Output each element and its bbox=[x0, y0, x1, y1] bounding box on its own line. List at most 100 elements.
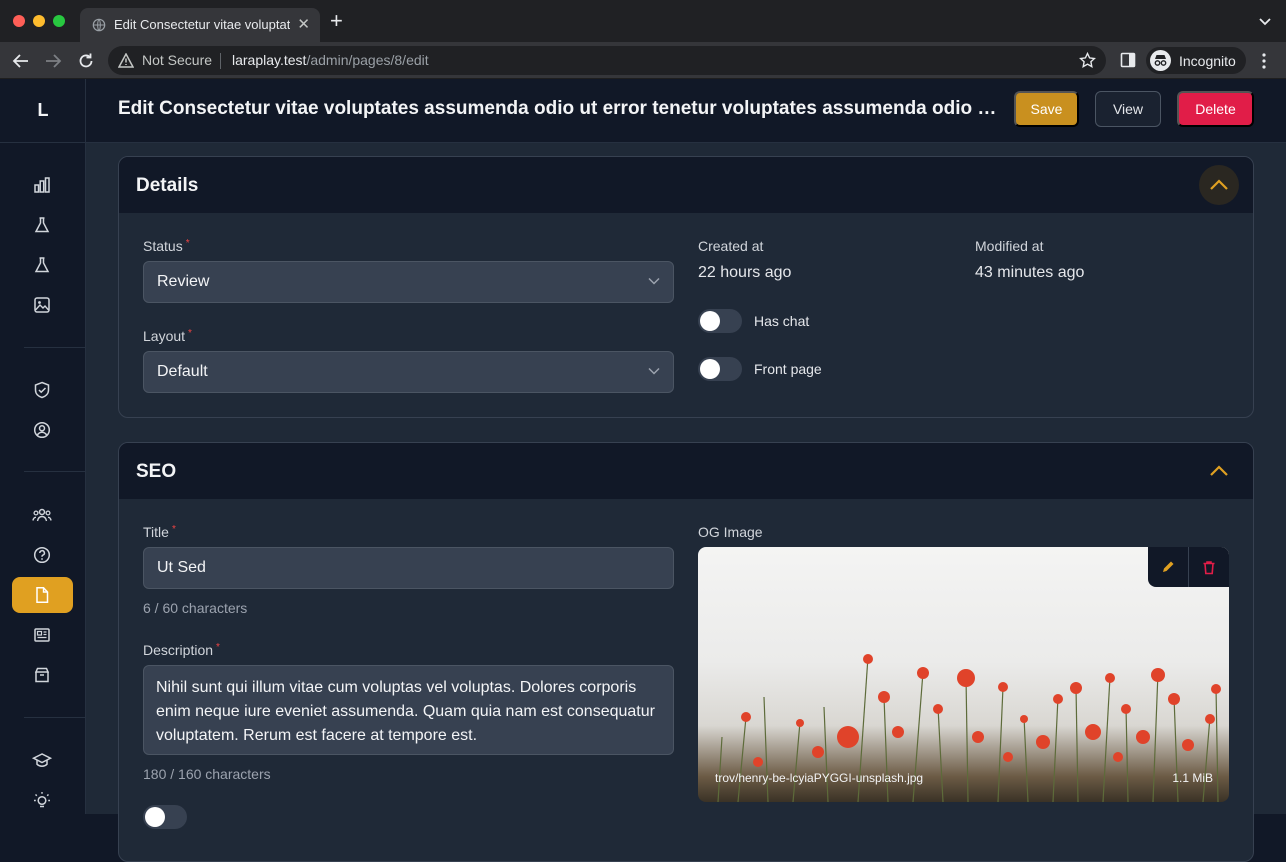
view-button[interactable]: View bbox=[1095, 91, 1161, 127]
seo-description-textarea[interactable]: Nihil sunt qui illum vitae cum voluptas … bbox=[143, 665, 674, 755]
chevron-down-icon bbox=[648, 367, 660, 375]
lightbulb-icon[interactable] bbox=[31, 789, 53, 811]
dashboard-chart-icon[interactable] bbox=[31, 174, 53, 196]
academic-cap-icon[interactable] bbox=[31, 749, 53, 771]
seo-description-char-count: 180 / 160 characters bbox=[143, 766, 271, 782]
modified-at-label: Modified at bbox=[975, 238, 1044, 254]
page-title: Edit Consectetur vitae voluptates assume… bbox=[118, 98, 998, 119]
sidebar-divider-3 bbox=[24, 717, 86, 718]
chevron-down-icon bbox=[648, 277, 660, 285]
new-tab-button[interactable]: + bbox=[330, 10, 343, 32]
layout-label-text: Layout bbox=[143, 328, 186, 344]
side-panel-icon[interactable] bbox=[1120, 52, 1136, 68]
delete-image-button[interactable] bbox=[1189, 547, 1229, 587]
beaker-icon[interactable] bbox=[31, 214, 53, 236]
trash-icon bbox=[1203, 560, 1215, 574]
maximize-window-button[interactable] bbox=[53, 15, 65, 27]
shield-check-icon[interactable] bbox=[31, 379, 53, 401]
sidebar-divider bbox=[24, 347, 86, 348]
question-circle-icon[interactable] bbox=[31, 544, 53, 566]
tab-search-chevron-icon[interactable] bbox=[1258, 14, 1272, 28]
document-icon[interactable] bbox=[31, 584, 53, 606]
details-section-header[interactable]: Details bbox=[119, 157, 1253, 213]
created-at-value: 22 hours ago bbox=[698, 264, 792, 281]
forward-arrow-icon[interactable] bbox=[44, 52, 62, 70]
has-chat-label: Has chat bbox=[754, 313, 810, 329]
seo-collapse-button[interactable] bbox=[1199, 451, 1239, 491]
incognito-label: Incognito bbox=[1179, 53, 1236, 69]
status-select-value: Review bbox=[157, 273, 210, 290]
og-image-size: 1.1 MiB bbox=[1172, 771, 1213, 785]
beaker-icon-2[interactable] bbox=[31, 254, 53, 276]
chevron-up-icon bbox=[1210, 465, 1228, 476]
og-image-label: OG Image bbox=[698, 524, 763, 540]
seo-section: SEO Title * Ut Sed 6 / 60 characters Desc… bbox=[118, 442, 1254, 862]
tab-title: Edit Consectetur vitae voluptat bbox=[114, 17, 290, 32]
browser-toolbar: Not Secure laraplay.test/admin/pages/8/e… bbox=[0, 42, 1286, 79]
seo-title-label: Title * bbox=[143, 524, 176, 540]
pencil-icon bbox=[1163, 561, 1174, 572]
created-at-label: Created at bbox=[698, 238, 764, 254]
seo-section-header[interactable]: SEO bbox=[119, 443, 1253, 499]
browser-menu-icon[interactable] bbox=[1258, 52, 1270, 70]
image-icon[interactable] bbox=[31, 294, 53, 316]
incognito-badge[interactable]: Incognito bbox=[1146, 47, 1246, 74]
details-section-title: Details bbox=[136, 175, 199, 196]
address-separator bbox=[220, 53, 221, 69]
minimize-window-button[interactable] bbox=[33, 15, 45, 27]
front-page-label: Front page bbox=[754, 361, 822, 377]
seo-section-title: SEO bbox=[136, 461, 177, 482]
required-asterisk: * bbox=[171, 524, 176, 535]
address-bar[interactable]: Not Secure laraplay.test/admin/pages/8/e… bbox=[108, 46, 1106, 75]
save-button[interactable]: Save bbox=[1014, 91, 1079, 127]
edit-image-button[interactable] bbox=[1148, 547, 1188, 587]
app-logo[interactable]: L bbox=[0, 79, 86, 143]
newspaper-icon[interactable] bbox=[31, 624, 53, 646]
tab-close-icon[interactable]: ✕ bbox=[297, 15, 310, 33]
og-image-filename: trov/henry-be-lcyiaPYGGI-unsplash.jpg bbox=[715, 771, 924, 785]
reload-icon[interactable] bbox=[77, 52, 95, 70]
globe-icon bbox=[92, 18, 106, 32]
seo-title-input[interactable]: Ut Sed bbox=[143, 547, 674, 589]
status-select[interactable]: Review bbox=[143, 261, 674, 303]
archive-box-icon[interactable] bbox=[31, 664, 53, 686]
modified-at-value: 43 minutes ago bbox=[975, 264, 1085, 281]
back-arrow-icon[interactable] bbox=[12, 52, 30, 70]
layout-select[interactable]: Default bbox=[143, 351, 674, 393]
incognito-icon bbox=[1150, 50, 1171, 71]
sidebar-divider-2 bbox=[24, 471, 86, 472]
front-page-toggle[interactable] bbox=[698, 357, 742, 381]
has-chat-toggle[interactable] bbox=[698, 309, 742, 333]
url-text[interactable]: laraplay.test/admin/pages/8/edit bbox=[232, 52, 429, 68]
toggle-knob bbox=[700, 359, 720, 379]
browser-tab[interactable]: Edit Consectetur vitae voluptat ✕ bbox=[80, 8, 320, 42]
warning-icon[interactable] bbox=[118, 53, 134, 68]
page-header: Edit Consectetur vitae voluptates assume… bbox=[86, 79, 1286, 143]
bookmark-star-icon[interactable] bbox=[1079, 52, 1096, 69]
required-asterisk: * bbox=[216, 642, 220, 653]
layout-label: Layout * bbox=[143, 328, 192, 344]
required-asterisk: * bbox=[185, 238, 190, 249]
required-asterisk: * bbox=[188, 328, 192, 339]
browser-tab-bar: Edit Consectetur vitae voluptat ✕ + bbox=[0, 0, 1286, 42]
user-circle-icon[interactable] bbox=[31, 419, 53, 441]
close-window-button[interactable] bbox=[13, 15, 25, 27]
chevron-up-icon bbox=[1210, 179, 1228, 190]
security-label[interactable]: Not Secure bbox=[142, 52, 212, 68]
sidebar: L bbox=[0, 79, 86, 814]
og-image-preview[interactable]: trov/henry-be-lcyiaPYGGI-unsplash.jpg 1.… bbox=[698, 547, 1229, 802]
user-group-icon[interactable] bbox=[31, 504, 53, 526]
details-collapse-button[interactable] bbox=[1199, 165, 1239, 205]
delete-button[interactable]: Delete bbox=[1177, 91, 1254, 127]
status-label-text: Status bbox=[143, 238, 183, 254]
toggle-knob bbox=[700, 311, 720, 331]
seo-toggle[interactable] bbox=[143, 805, 187, 829]
seo-title-label-text: Title bbox=[143, 524, 169, 540]
layout-select-value: Default bbox=[157, 363, 208, 380]
og-image-toolbar bbox=[1148, 547, 1229, 587]
details-section: Details Status * Review Layout * Default C… bbox=[118, 156, 1254, 418]
seo-description-label-text: Description bbox=[143, 642, 214, 658]
main-content: Details Status * Review Layout * Default C… bbox=[86, 143, 1286, 862]
status-label: Status * bbox=[143, 238, 190, 254]
seo-title-value: Ut Sed bbox=[157, 559, 206, 576]
